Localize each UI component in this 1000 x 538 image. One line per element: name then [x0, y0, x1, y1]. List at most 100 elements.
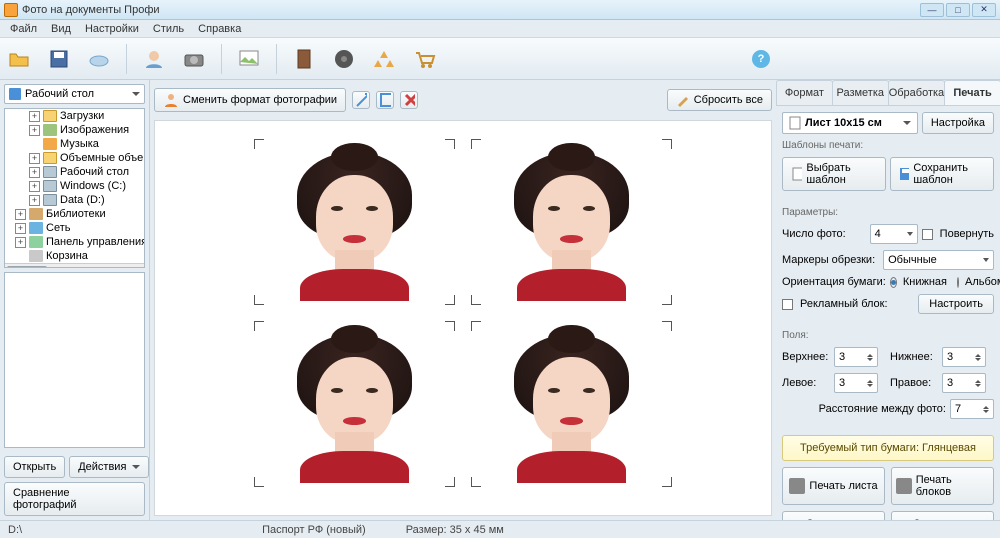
- save-sheet-button[interactable]: Сохранить лист: [782, 511, 885, 520]
- camera-icon[interactable]: [181, 46, 207, 72]
- tree-node[interactable]: +Панель управления: [5, 235, 145, 249]
- paper-size-value: Лист 10х15 см: [805, 117, 903, 129]
- tool-icon-1[interactable]: [352, 91, 370, 109]
- titlebar: Фото на документы Профи — □ ✕: [0, 0, 1000, 20]
- tree-node[interactable]: Корзина: [5, 249, 145, 263]
- open-folder-icon[interactable]: [6, 46, 32, 72]
- actions-button[interactable]: Действия: [69, 456, 149, 478]
- photo-2[interactable]: [475, 143, 668, 301]
- image-preview: [4, 272, 145, 448]
- menu-settings[interactable]: Настройки: [79, 22, 145, 36]
- location-combo-value: Рабочий стол: [25, 88, 132, 100]
- open-button[interactable]: Открыть: [4, 456, 65, 478]
- orient-portrait-radio[interactable]: [890, 277, 897, 288]
- person-icon: [163, 92, 179, 108]
- tree-node[interactable]: +Data (D:): [5, 193, 145, 207]
- print-canvas[interactable]: [154, 120, 772, 516]
- center-pane: Сменить формат фотографии Сбросить все: [150, 80, 776, 520]
- margin-left-label: Левое:: [782, 377, 830, 389]
- statusbar: D:\ Паспорт РФ (новый) Размер: 35 x 45 м…: [0, 520, 1000, 538]
- chevron-down-icon: [903, 121, 911, 125]
- print-sheet-button[interactable]: Печать листа: [782, 467, 885, 505]
- tree-node[interactable]: +Объемные объекты: [5, 151, 145, 165]
- help-icon[interactable]: ?: [752, 50, 770, 68]
- margin-bottom-label: Нижнее:: [890, 351, 938, 363]
- rotate-checkbox[interactable]: [922, 229, 933, 240]
- spacing-spin[interactable]: 7: [950, 399, 994, 419]
- chevron-down-icon: [132, 465, 140, 469]
- cloud-icon[interactable]: [86, 46, 112, 72]
- profile-icon[interactable]: [141, 46, 167, 72]
- tab-print[interactable]: Печать: [944, 80, 1000, 105]
- app-icon: [4, 3, 18, 17]
- adblock-settings-button[interactable]: Настроить: [918, 294, 994, 314]
- book-icon[interactable]: [291, 46, 317, 72]
- burn-disc-button[interactable]: Записать на диск: [891, 511, 994, 520]
- doc-icon: [791, 167, 802, 181]
- save-template-button[interactable]: Сохранить шаблон: [890, 157, 994, 191]
- right-pane: Формат Разметка Обработка Печать Лист 10…: [776, 80, 1000, 520]
- margin-right-spin[interactable]: 3: [942, 373, 986, 393]
- menu-help[interactable]: Справка: [192, 22, 247, 36]
- main-toolbar: ?: [0, 38, 1000, 80]
- tab-layout[interactable]: Разметка: [832, 80, 889, 105]
- tree-node[interactable]: +Windows (C:): [5, 179, 145, 193]
- change-format-button[interactable]: Сменить формат фотографии: [154, 88, 346, 112]
- photo-1[interactable]: [258, 143, 451, 301]
- params-label: Параметры:: [782, 207, 994, 218]
- orient-landscape-radio[interactable]: [957, 277, 959, 288]
- tree-node[interactable]: +Рабочий стол: [5, 165, 145, 179]
- photo-count-select[interactable]: 4: [870, 224, 918, 244]
- recycle-icon[interactable]: [371, 46, 397, 72]
- tree-node[interactable]: +Сеть: [5, 221, 145, 235]
- compare-photos-button[interactable]: Сравнение фотографий: [4, 482, 145, 516]
- select-template-button[interactable]: Выбрать шаблон: [782, 157, 886, 191]
- menu-file[interactable]: Файл: [4, 22, 43, 36]
- spacing-label: Расстояние между фото:: [782, 403, 946, 415]
- tool-icon-2[interactable]: [376, 91, 394, 109]
- tree-node[interactable]: Музыка: [5, 137, 145, 151]
- tree-scrollbar[interactable]: [5, 263, 144, 268]
- location-combo[interactable]: Рабочий стол: [4, 84, 145, 104]
- minimize-button[interactable]: —: [920, 3, 944, 17]
- paper-size-combo[interactable]: Лист 10х15 см: [782, 112, 918, 134]
- adblock-label: Рекламный блок:: [800, 298, 888, 310]
- markers-label: Маркеры обрезки:: [782, 254, 875, 266]
- templates-label: Шаблоны печати:: [782, 140, 994, 151]
- page-icon: [789, 116, 801, 130]
- photo-4[interactable]: [475, 325, 668, 483]
- print-sheet: [248, 133, 678, 493]
- status-size: Размер: 35 x 45 мм: [406, 524, 504, 536]
- save-icon[interactable]: [46, 46, 72, 72]
- markers-select[interactable]: Обычные: [883, 250, 994, 270]
- left-pane: Рабочий стол +Загрузки+Изображения Музык…: [0, 80, 150, 520]
- margin-right-label: Правое:: [890, 377, 938, 389]
- paper-type-box: Требуемый тип бумаги: Глянцевая: [782, 435, 994, 461]
- adblock-checkbox[interactable]: [782, 299, 793, 310]
- margin-left-spin[interactable]: 3: [834, 373, 878, 393]
- reset-all-button[interactable]: Сбросить все: [667, 89, 772, 111]
- paper-settings-button[interactable]: Настройка: [922, 112, 994, 134]
- print-blocks-button[interactable]: Печать блоков: [891, 467, 994, 505]
- picture-icon[interactable]: [236, 46, 262, 72]
- delete-icon[interactable]: [400, 91, 418, 109]
- tree-node[interactable]: +Изображения: [5, 123, 145, 137]
- orientation-label: Ориентация бумаги:: [782, 276, 886, 288]
- cart-icon[interactable]: [411, 46, 437, 72]
- film-icon[interactable]: [331, 46, 357, 72]
- close-button[interactable]: ✕: [972, 3, 996, 17]
- chevron-down-icon: [132, 92, 140, 96]
- desktop-icon: [9, 88, 21, 100]
- tree-node[interactable]: +Загрузки: [5, 109, 145, 123]
- margin-top-spin[interactable]: 3: [834, 347, 878, 367]
- menu-style[interactable]: Стиль: [147, 22, 190, 36]
- margin-bottom-spin[interactable]: 3: [942, 347, 986, 367]
- margins-label: Поля:: [782, 330, 994, 341]
- menu-view[interactable]: Вид: [45, 22, 77, 36]
- tab-process[interactable]: Обработка: [888, 80, 945, 105]
- tab-format[interactable]: Формат: [776, 80, 833, 105]
- tree-node[interactable]: +Библиотеки: [5, 207, 145, 221]
- maximize-button[interactable]: □: [946, 3, 970, 17]
- photo-3[interactable]: [258, 325, 451, 483]
- folder-tree[interactable]: +Загрузки+Изображения Музыка+Объемные об…: [4, 108, 145, 268]
